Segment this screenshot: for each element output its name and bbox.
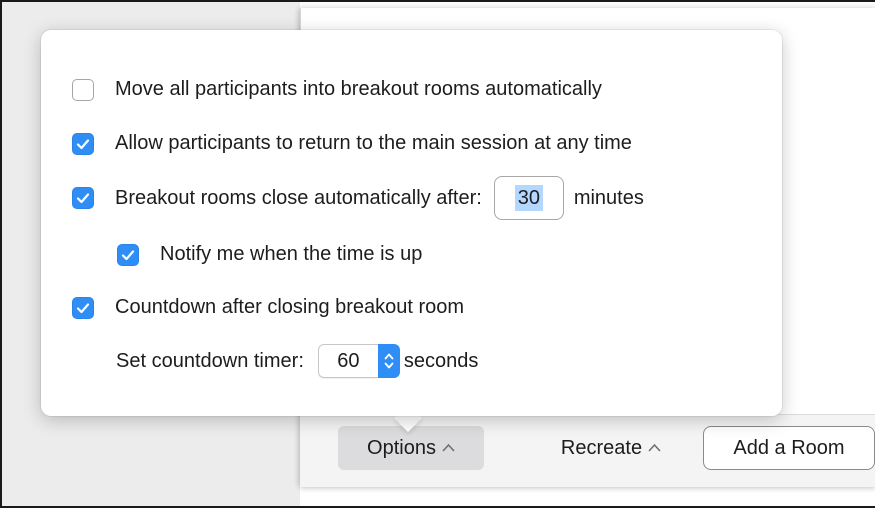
chevron-up-icon [648,439,661,456]
countdown-timer-input[interactable]: 60 [317,344,378,378]
countdown-timer-stepper: 60 [317,343,400,379]
minutes-unit-label: minutes [573,186,644,209]
options-button[interactable]: Options [338,426,484,470]
auto-close-label[interactable]: Breakout rooms close automatically after… [115,187,482,210]
option-notify: Notify me when the time is up [117,243,422,266]
option-allow-return: Allow participants to return to the main… [72,132,632,155]
recreate-button[interactable]: Recreate [545,426,677,470]
checkmark-icon [76,193,90,204]
up-down-stepper-icon[interactable] [377,344,400,378]
notify-checkbox[interactable] [117,243,139,266]
option-move-all: Move all participants into breakout room… [72,78,602,101]
option-countdown: Countdown after closing breakout room [72,296,464,319]
allow-return-label[interactable]: Allow participants to return to the main… [115,132,632,155]
countdown-label[interactable]: Countdown after closing breakout room [115,296,464,319]
notify-label[interactable]: Notify me when the time is up [160,243,422,266]
checkmark-icon [76,138,90,149]
minutes-value: 30 [514,185,543,211]
minutes-input[interactable]: 30 [493,176,564,220]
move-all-checkbox[interactable] [72,78,94,101]
checkmark-icon [76,302,90,313]
recreate-button-label: Recreate [560,436,643,459]
option-auto-close: Breakout rooms close automatically after… [72,176,644,220]
countdown-timer-value: 60 [337,349,360,372]
move-all-label[interactable]: Move all participants into breakout room… [115,78,602,101]
frame-border-top [0,0,875,2]
frame-border-left [0,0,2,508]
auto-close-checkbox[interactable] [72,187,94,209]
countdown-timer-label: Set countdown timer: [116,349,304,372]
countdown-checkbox[interactable] [72,296,94,319]
add-room-button-label: Add a Room [733,436,845,459]
add-room-button[interactable]: Add a Room [703,426,875,470]
seconds-unit-label: seconds [403,349,479,372]
screen: Options Recreate Add a Room Move all par… [0,0,875,508]
chevron-up-icon [442,439,455,456]
checkmark-icon [121,249,135,260]
allow-return-checkbox[interactable] [72,132,94,155]
option-countdown-timer: Set countdown timer: 60 seconds [116,343,478,379]
options-button-label: Options [367,436,436,459]
